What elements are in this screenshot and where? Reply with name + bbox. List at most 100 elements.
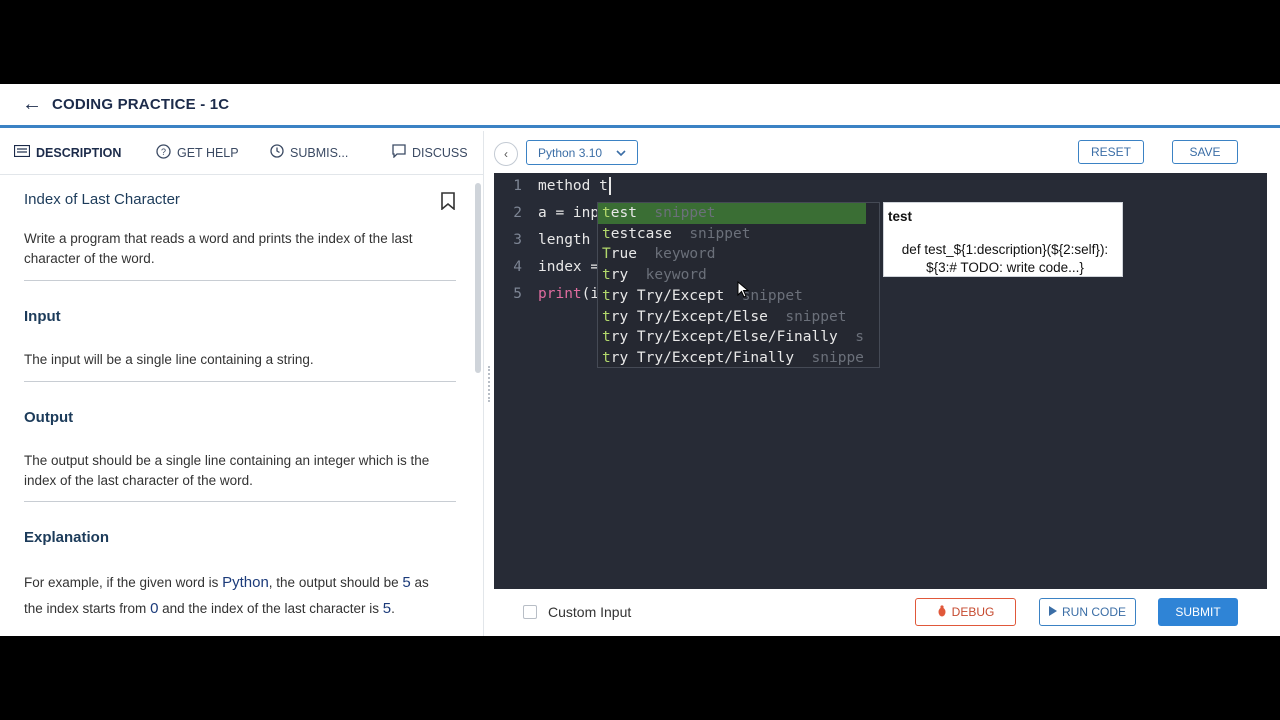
left-panel: DESCRIPTION ? GET HELP SUBMIS... DISCUSS (0, 131, 484, 636)
detail-line: ${3:# TODO: write code...} (926, 260, 1084, 275)
suggestion-kind: snippet (785, 308, 847, 325)
divider (24, 280, 456, 281)
line-number: 2 (513, 205, 522, 221)
save-button[interactable]: SAVE (1172, 140, 1238, 164)
run-code-button[interactable]: RUN CODE (1039, 598, 1136, 626)
tab-bar: DESCRIPTION ? GET HELP SUBMIS... DISCUSS (0, 131, 483, 175)
suggestion-kind: keyword (645, 267, 707, 284)
description-icon (13, 144, 31, 160)
submit-button[interactable]: SUBMIT (1158, 598, 1238, 626)
input-text: The input will be a single line containi… (24, 352, 314, 367)
suggestion-detail: test def test_${1:description}(${2:self}… (883, 202, 1123, 277)
code-text: a = inp (538, 205, 600, 221)
suggestion-kind: snippet (741, 287, 803, 304)
suggestion-item[interactable]: try Try/Except/Finally snippe (598, 348, 879, 367)
tab-submissions-label: SUBMIS... (290, 145, 349, 160)
explanation-highlight: Python (222, 574, 269, 591)
suggestion-match: t (602, 205, 611, 221)
tab-discuss[interactable]: DISCUSS (392, 131, 468, 175)
tab-get-help-label: GET HELP (177, 145, 239, 160)
chevron-down-icon (615, 145, 627, 164)
suggestion-kind: snippe (811, 349, 864, 366)
suggestion-match: t (602, 349, 611, 366)
line-number: 5 (513, 286, 522, 302)
clock-icon (270, 144, 284, 161)
suggestion-item[interactable]: try Try/Except/Else/Finally s (598, 327, 879, 348)
code-line-text: method t (538, 178, 608, 194)
explanation-highlight: 5 (402, 574, 411, 591)
custom-input-checkbox[interactable] (523, 605, 537, 619)
explanation-fragment: . (391, 601, 395, 616)
tab-discuss-label: DISCUSS (412, 145, 468, 160)
suggestion-kind: s (855, 329, 864, 346)
language-select-value: Python 3.10 (538, 145, 603, 160)
suggestion-item[interactable]: True keyword (598, 244, 879, 265)
line-number: 1 (513, 178, 522, 194)
bottom-bar: Custom Input DEBUG RUN CODE SUBMIT (494, 589, 1280, 636)
detail-body: def test_${1:description}(${2:self}): ${… (887, 241, 1123, 277)
detail-line: def test_${1:description}(${2:self}): (901, 242, 1109, 257)
code-text: index = (538, 259, 600, 275)
panel-resize-handle[interactable] (488, 366, 491, 402)
suggestion-label: ry Try/Except (610, 287, 725, 304)
suggestion-match: t (602, 225, 611, 242)
debug-label: DEBUG (951, 605, 995, 619)
suggestion-match: t (602, 287, 611, 304)
explanation-fragment: For example, if the given word is (24, 575, 223, 590)
explanation-heading: Explanation (24, 529, 110, 546)
reset-button[interactable]: RESET (1078, 140, 1144, 164)
suggestion-kind: snippet (654, 205, 716, 221)
suggestion-item[interactable]: test snippet (598, 203, 866, 224)
suggestion-label: ry Try/Except/Else/Finally (610, 329, 838, 346)
tab-description[interactable]: DESCRIPTION (13, 131, 142, 175)
tab-description-label: DESCRIPTION (36, 145, 122, 160)
left-scrollbar[interactable] (475, 183, 481, 373)
play-icon (1048, 605, 1057, 619)
language-select[interactable]: Python 3.10 (526, 140, 638, 165)
debug-button[interactable]: DEBUG (915, 598, 1016, 626)
detail-title: test (888, 209, 913, 224)
chevron-left-icon: ‹ (504, 147, 508, 161)
code-line: 1 method t (494, 173, 1267, 200)
collapse-panel-button[interactable]: ‹ (494, 142, 518, 166)
editor-toolbar: ‹ Python 3.10 RESET SAVE (494, 131, 1280, 175)
suggestion-label: ry Try/Except/Finally (610, 349, 795, 366)
code-text: length (538, 232, 591, 248)
chat-icon (392, 144, 406, 161)
print-keyword: print (538, 286, 582, 302)
suggestion-item[interactable]: try Try/Except/Else snippet (598, 307, 879, 328)
suggestion-label: ry (610, 267, 629, 284)
suggestion-label: est (610, 205, 637, 221)
suggestion-match: t (602, 267, 611, 284)
line-number: 3 (513, 232, 522, 248)
problem-content: Index of Last Character Write a program … (0, 176, 472, 636)
bug-icon (937, 604, 947, 620)
divider (24, 501, 456, 502)
custom-input-label: Custom Input (548, 604, 632, 620)
app-window: ← CODING PRACTICE - 1C DESCRIPTION ? GET… (0, 84, 1280, 636)
bookmark-icon[interactable] (441, 192, 455, 211)
page-title: CODING PRACTICE - 1C (52, 96, 230, 113)
svg-text:?: ? (161, 147, 166, 157)
suggestion-kind: keyword (654, 246, 716, 263)
explanation-fragment: and the index of the last character is (158, 601, 383, 616)
text-caret (608, 177, 611, 195)
suggestion-label: estcase (610, 225, 672, 242)
explanation-text: For example, if the given word is Python… (24, 570, 444, 622)
tab-get-help[interactable]: ? GET HELP (156, 131, 270, 175)
divider (24, 381, 456, 382)
help-icon: ? (156, 143, 171, 162)
back-arrow-icon[interactable]: ← (22, 93, 42, 115)
problem-title: Index of Last Character (24, 191, 180, 208)
tab-submissions[interactable]: SUBMIS... (270, 131, 392, 175)
output-text: The output should be a single line conta… (24, 453, 430, 488)
mouse-cursor-icon (737, 280, 750, 299)
suggestion-match: t (602, 329, 611, 346)
top-bar: ← CODING PRACTICE - 1C (0, 84, 1280, 128)
input-heading: Input (24, 308, 61, 325)
code-text: method t (538, 173, 611, 200)
explanation-fragment: , the output should be (268, 575, 403, 590)
suggestion-label: ry Try/Except/Else (610, 308, 768, 325)
code-text: print(i (538, 281, 599, 308)
suggestion-item[interactable]: testcase snippet (598, 224, 879, 245)
